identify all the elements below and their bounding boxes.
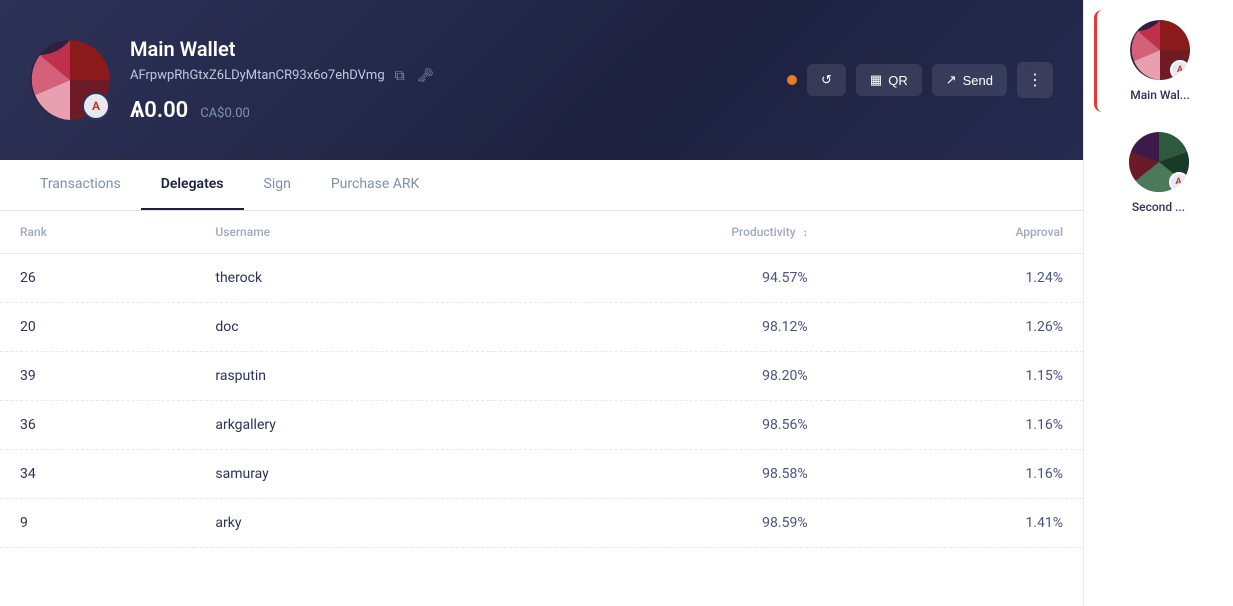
delegates-table: Rank Username Productivity ↕ Approval 26… — [0, 211, 1083, 548]
cell-approval: 1.24% — [828, 254, 1083, 303]
cell-rank: 34 — [0, 450, 195, 499]
cell-rank: 26 — [0, 254, 195, 303]
wallet-info: Main Wallet AFrpwpRhGtxZ6LDyMtanCR93x6o7… — [130, 37, 767, 123]
tab-transactions[interactable]: Transactions — [20, 160, 141, 210]
cell-rank: 39 — [0, 352, 195, 401]
cell-username: samuray — [195, 450, 488, 499]
sidebar-badge-second: A — [1169, 172, 1189, 192]
wallet-balance-row: Ѧ0.00 CA$0.00 — [130, 98, 767, 123]
send-label: Send — [963, 73, 993, 88]
cell-username: arky — [195, 499, 488, 548]
col-rank: Rank — [0, 211, 195, 254]
table-row[interactable]: 34samuray98.58%1.16% — [0, 450, 1083, 499]
cell-productivity: 98.58% — [489, 450, 828, 499]
qr-label: QR — [888, 73, 908, 88]
cell-approval: 1.16% — [828, 401, 1083, 450]
sidebar-label-second: Second ... — [1132, 200, 1185, 214]
copy-address-button[interactable]: ⧉ — [393, 65, 407, 86]
wallet-header: A Main Wallet AFrpwpRhGtxZ6LDyMtanCR93x6… — [0, 0, 1083, 160]
col-productivity[interactable]: Productivity ↕ — [489, 211, 828, 254]
sidebar-label-main: Main Wal... — [1130, 88, 1190, 102]
cell-username: therock — [195, 254, 488, 303]
main-area: A Main Wallet AFrpwpRhGtxZ6LDyMtanCR93x6… — [0, 0, 1083, 606]
cell-rank: 36 — [0, 401, 195, 450]
send-button[interactable]: ↗ Send — [932, 64, 1007, 96]
table-row[interactable]: 36arkgallery98.56%1.16% — [0, 401, 1083, 450]
sidebar-avatar-main: A — [1130, 20, 1190, 80]
wallet-avatar: A — [30, 40, 110, 120]
cell-approval: 1.41% — [828, 499, 1083, 548]
sidebar-item-second-wallet[interactable]: A Second ... — [1094, 122, 1224, 224]
wallet-name: Main Wallet — [130, 37, 767, 61]
wallet-balance-fiat: CA$0.00 — [200, 106, 250, 121]
table-area: Rank Username Productivity ↕ Approval 26… — [0, 211, 1083, 606]
table-body: 26therock94.57%1.24%20doc98.12%1.26%39ra… — [0, 254, 1083, 548]
cell-username: rasputin — [195, 352, 488, 401]
cell-productivity: 98.20% — [489, 352, 828, 401]
sidebar-item-main-wallet[interactable]: A Main Wal... — [1094, 10, 1224, 112]
cell-approval: 1.15% — [828, 352, 1083, 401]
cell-productivity: 98.12% — [489, 303, 828, 352]
qr-button[interactable]: ▦ QR — [856, 64, 922, 96]
wallet-address-text: AFrpwpRhGtxZ6LDyMtanCR93x6o7ehDVmg — [130, 68, 385, 83]
sidebar-badge-main: A — [1170, 60, 1190, 80]
cell-username: arkgallery — [195, 401, 488, 450]
sidebar: A Main Wal... A Second ... — [1083, 0, 1233, 606]
more-options-button[interactable]: ⋮ — [1017, 62, 1053, 98]
status-dot — [787, 75, 797, 85]
cell-productivity: 98.59% — [489, 499, 828, 548]
more-icon: ⋮ — [1027, 72, 1043, 89]
sidebar-avatar-second: A — [1129, 132, 1189, 192]
tab-sign[interactable]: Sign — [244, 160, 311, 210]
wallet-address-row: AFrpwpRhGtxZ6LDyMtanCR93x6o7ehDVmg ⧉ 🗝 — [130, 65, 767, 86]
tab-delegates[interactable]: Delegates — [141, 160, 244, 210]
refresh-icon: ↺ — [821, 72, 832, 88]
table-row[interactable]: 20doc98.12%1.26% — [0, 303, 1083, 352]
col-username: Username — [195, 211, 488, 254]
cell-approval: 1.26% — [828, 303, 1083, 352]
cell-approval: 1.16% — [828, 450, 1083, 499]
col-approval: Approval — [828, 211, 1083, 254]
tabs-bar: Transactions Delegates Sign Purchase ARK — [0, 160, 1083, 211]
table-header-row: Rank Username Productivity ↕ Approval — [0, 211, 1083, 254]
cell-rank: 20 — [0, 303, 195, 352]
cell-productivity: 98.56% — [489, 401, 828, 450]
table-row[interactable]: 39rasputin98.20%1.15% — [0, 352, 1083, 401]
show-key-button[interactable]: 🗝 — [415, 65, 437, 86]
cell-username: doc — [195, 303, 488, 352]
avatar-badge: A — [82, 92, 110, 120]
tab-purchase-ark[interactable]: Purchase ARK — [311, 160, 439, 210]
wallet-balance: Ѧ0.00 — [130, 98, 188, 123]
cell-productivity: 94.57% — [489, 254, 828, 303]
send-icon: ↗ — [946, 72, 957, 88]
table-row[interactable]: 9arky98.59%1.41% — [0, 499, 1083, 548]
refresh-button[interactable]: ↺ — [807, 64, 846, 96]
sort-icon: ↕ — [803, 228, 808, 239]
cell-rank: 9 — [0, 499, 195, 548]
table-row[interactable]: 26therock94.57%1.24% — [0, 254, 1083, 303]
wallet-actions: ↺ ▦ QR ↗ Send ⋮ — [787, 62, 1053, 98]
qr-icon: ▦ — [870, 72, 882, 88]
